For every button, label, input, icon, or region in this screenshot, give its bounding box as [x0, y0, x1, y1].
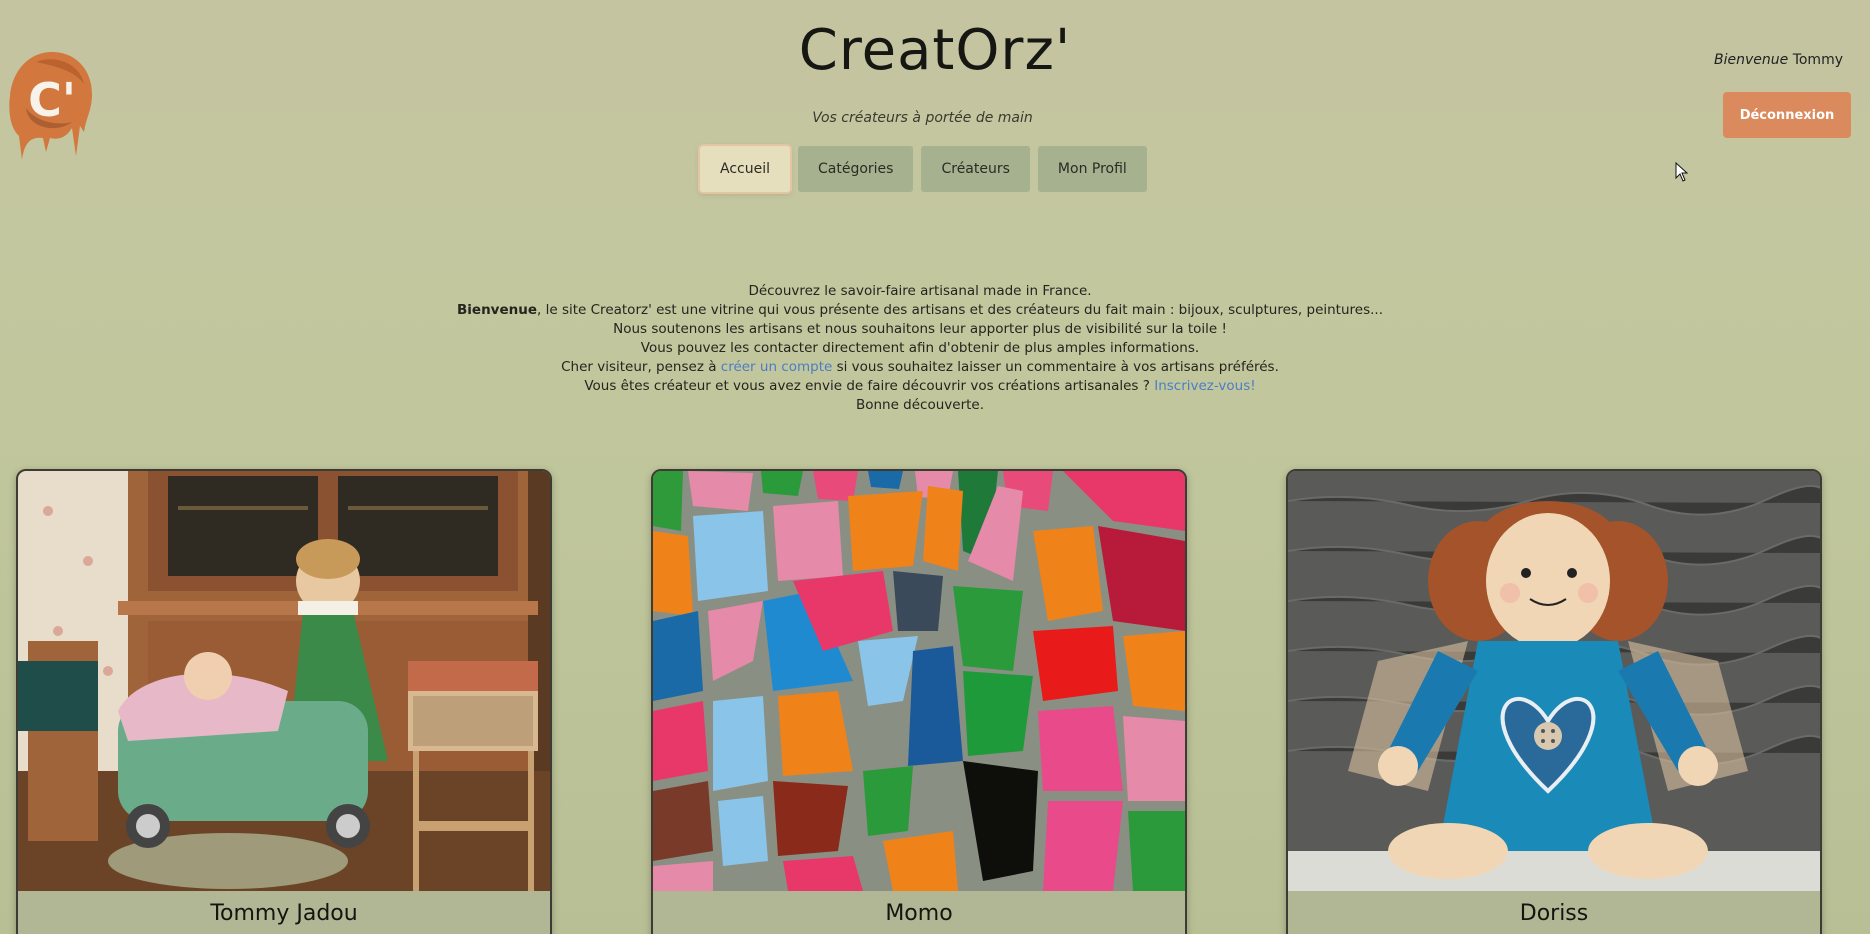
- intro-text-part: si vous souhaitez laisser un commentaire…: [832, 359, 1279, 375]
- creator-card[interactable]: Tommy Jadou: [16, 469, 552, 934]
- creator-name[interactable]: Momo: [653, 901, 1185, 926]
- intro-text-part: Cher visiteur, pensez à: [561, 359, 721, 375]
- main-nav: Accueil Catégories Créateurs Mon Profil: [700, 146, 1147, 192]
- intro-line: Vous êtes créateur et vous avez envie de…: [0, 377, 1840, 396]
- intro-text-part: Vous êtes créateur et vous avez envie de…: [584, 378, 1155, 394]
- rag-doll-photo[interactable]: [1288, 471, 1820, 891]
- intro-line: Bienvenue, le site Creatorz' est une vit…: [0, 301, 1840, 320]
- creator-name[interactable]: Doriss: [1288, 901, 1820, 926]
- nav-categories[interactable]: Catégories: [798, 146, 914, 192]
- register-link[interactable]: Inscrivez-vous!: [1154, 378, 1255, 394]
- intro-line: Découvrez le savoir-faire artisanal made…: [748, 283, 1092, 299]
- intro-bold: Bienvenue: [457, 302, 538, 318]
- intro-text: Découvrez le savoir-faire artisanal made…: [0, 282, 1840, 415]
- intro-line: Nous soutenons les artisans et nous souh…: [613, 321, 1227, 337]
- welcome-label: Bienvenue: [1713, 52, 1789, 68]
- intro-text-part: , le site Creatorz' est une vitrine qui …: [537, 302, 1383, 318]
- mosaic-photo[interactable]: [653, 471, 1185, 891]
- intro-line: Vous pouvez les contacter directement af…: [640, 340, 1200, 356]
- nav-createurs[interactable]: Créateurs: [921, 146, 1030, 192]
- site-title: CreatOrz': [798, 18, 1072, 83]
- create-account-link[interactable]: créer un compte: [721, 359, 833, 375]
- username: Tommy: [1792, 52, 1843, 68]
- creator-card[interactable]: Doriss: [1286, 469, 1822, 934]
- mouse-cursor-icon: [1675, 161, 1689, 182]
- nav-mon-profil[interactable]: Mon Profil: [1037, 146, 1147, 192]
- welcome-message: Bienvenue Tommy: [1714, 52, 1843, 68]
- nav-accueil[interactable]: Accueil: [700, 146, 790, 192]
- creator-name[interactable]: Tommy Jadou: [18, 901, 550, 926]
- creator-card[interactable]: Momo: [651, 469, 1187, 934]
- dollhouse-photo[interactable]: [18, 471, 550, 891]
- logout-button[interactable]: Déconnexion: [1723, 92, 1851, 138]
- site-tagline: Vos créateurs à portée de main: [812, 110, 1033, 126]
- intro-line: Bonne découverte.: [855, 397, 985, 413]
- intro-line: Cher visiteur, pensez à créer un compte …: [0, 358, 1840, 377]
